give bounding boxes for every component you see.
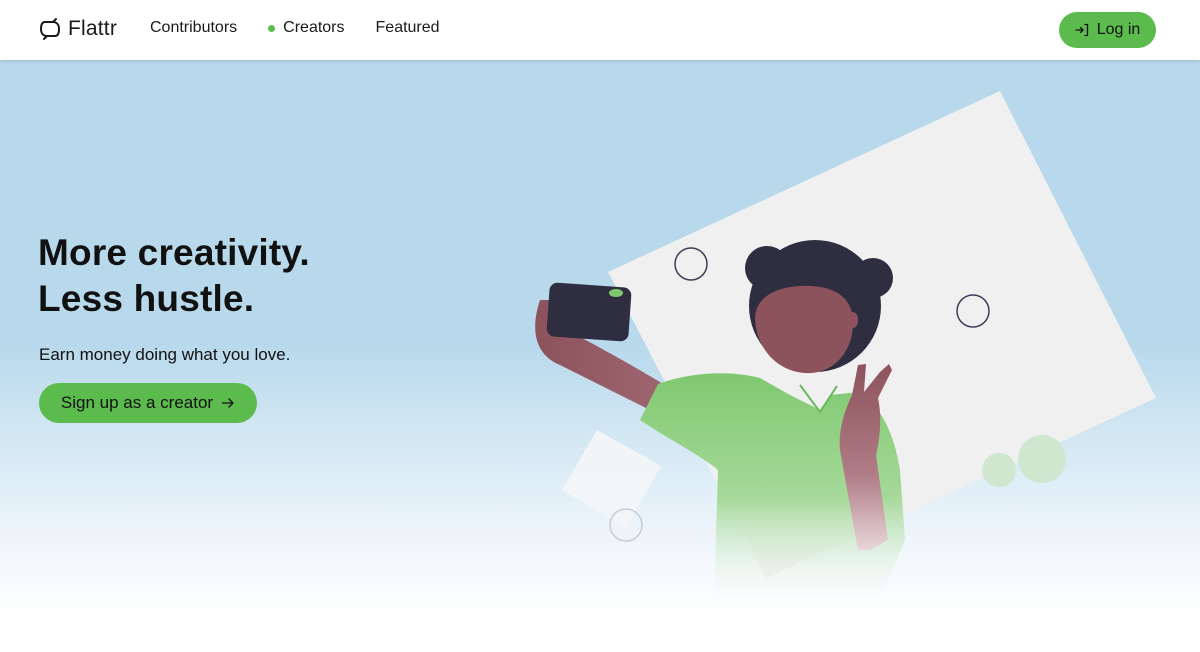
log-in-button[interactable]: Log in [1059,12,1156,48]
main-nav: Contributors Creators Featured [150,19,471,37]
hero-section: More creativity. Less hustle. Earn money… [0,60,1200,652]
flattr-leaf-icon [39,18,61,40]
nav-item-featured[interactable]: Featured [376,19,440,37]
hero-subtitle: Earn money doing what you love. [39,345,291,364]
nav-item-label: Contributors [150,19,238,36]
log-in-label: Log in [1096,21,1141,38]
woman-taking-selfie-illustration [535,91,1156,600]
nav-item-creators[interactable]: Creators [268,19,345,37]
phone-shape [546,282,632,342]
hero-title-line-2: Less hustle. [38,278,255,319]
decor-circle [1018,435,1066,483]
hero-title-line-1: More creativity. [38,232,310,273]
flattr-logo-link[interactable]: Flattr [38,17,117,41]
sign-up-creator-button[interactable]: Sign up as a creator [39,383,257,423]
nav-item-contributors[interactable]: Contributors [150,19,237,37]
nav-item-label: Creators [283,19,345,36]
cta-label: Sign up as a creator [60,393,214,412]
nav-item-label: Featured [375,19,440,36]
decor-circle [982,453,1016,487]
active-indicator-dot [268,24,276,32]
brand-name: Flattr [68,17,118,40]
arrow-right-icon [221,398,234,408]
ear [848,312,858,328]
hero-title: More creativity. Less hustle. [38,230,310,322]
top-navigation-bar: Flattr Contributors Creators Featured Lo… [0,0,1200,60]
small-card-shape [562,430,661,528]
log-in-icon [1075,23,1088,37]
